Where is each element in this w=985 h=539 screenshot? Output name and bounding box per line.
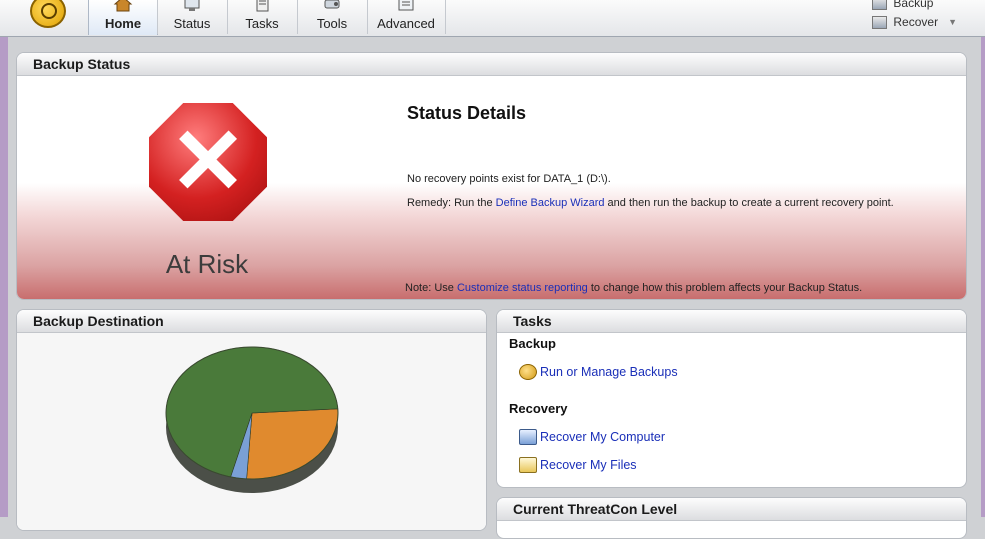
tab-tasks-label: Tasks [245,16,279,31]
threatcon-title: Current ThreatCon Level [497,498,966,521]
quick-recover-link[interactable]: Recover ▼ [872,13,957,32]
define-backup-wizard-link[interactable]: Define Backup Wizard [496,197,605,209]
status-details-heading: Status Details [407,103,527,123]
backup-icon [872,0,888,10]
pie-slice-1 [246,408,339,480]
tasks-panel: Tasks Backup Run or Manage Backups Recov… [496,309,967,488]
remedy-suffix: and then run the backup to create a curr… [604,197,894,209]
backup-status-panel: Backup Status ✕ At Risk Status Details N… [16,52,967,300]
backup-destination-body [17,333,486,530]
tab-advanced-label: Advanced [377,16,435,31]
remedy-prefix: Remedy: Run the [407,197,496,209]
tab-home[interactable]: Home [88,0,158,35]
risk-status-label: At Risk [165,249,249,279]
x-mark: ✕ [169,111,247,213]
note-prefix: Note: Use [405,282,457,294]
tasks-title: Tasks [497,310,966,333]
quick-backup-label: Backup [893,0,934,10]
backup-destination-panel: Backup Destination [16,309,487,531]
tab-tools[interactable]: Tools [298,0,366,35]
run-manage-backups-label: Run or Manage Backups [540,365,678,379]
destination-pie-chart [165,346,339,493]
tasks-backup-heading: Backup [509,336,556,351]
tab-status[interactable]: Status [158,0,226,35]
status-message: No recovery points exist for DATA_1 (D:\… [407,173,611,185]
tools-icon [324,0,340,9]
tab-advanced[interactable]: Advanced [368,0,444,35]
error-x-icon: ✕ [149,103,267,221]
main-toolbar: Home Status Tasks Tools Advanced Backup … [0,0,985,37]
recover-my-files-label: Recover My Files [540,458,637,472]
quick-backup-link[interactable]: Backup [872,0,957,13]
quick-recover-label: Recover [893,15,939,29]
tab-divider [445,0,446,34]
note-text: Note: Use Customize status reporting to … [405,282,862,294]
tab-home-label: Home [104,16,142,31]
tasks-recovery-heading: Recovery [509,401,568,416]
recover-icon [872,16,888,29]
run-manage-backups-link[interactable]: Run or Manage Backups [519,364,678,380]
chevron-down-icon[interactable]: ▼ [948,13,957,32]
recover-computer-icon [519,429,537,445]
app-logo-icon[interactable] [30,0,66,28]
customize-status-reporting-link[interactable]: Customize status reporting [457,282,588,294]
tab-tools-label: Tools [316,16,348,31]
threatcon-panel: Current ThreatCon Level [496,497,967,539]
remedy-text: Remedy: Run the Define Backup Wizard and… [407,197,894,209]
window-edge-right [981,0,985,517]
note-suffix: to change how this problem affects your … [587,282,863,294]
tasks-icon [256,0,269,12]
tab-status-label: Status [173,16,211,31]
home-icon [113,0,133,12]
advanced-icon [398,0,414,11]
recover-my-computer-link[interactable]: Recover My Computer [519,429,665,445]
recover-my-computer-label: Recover My Computer [540,430,666,444]
backup-status-body: ✕ At Risk Status Details No recovery poi… [17,76,966,299]
backup-status-title: Backup Status [17,53,966,76]
status-icon [184,0,200,11]
quick-actions: Backup Recover ▼ [872,0,957,32]
tab-tasks[interactable]: Tasks [228,0,296,35]
backup-destination-title: Backup Destination [17,310,486,333]
recover-files-icon [519,457,537,473]
backup-drive-icon [519,364,537,380]
recover-my-files-link[interactable]: Recover My Files [519,457,637,473]
window-edge-left [0,0,8,517]
